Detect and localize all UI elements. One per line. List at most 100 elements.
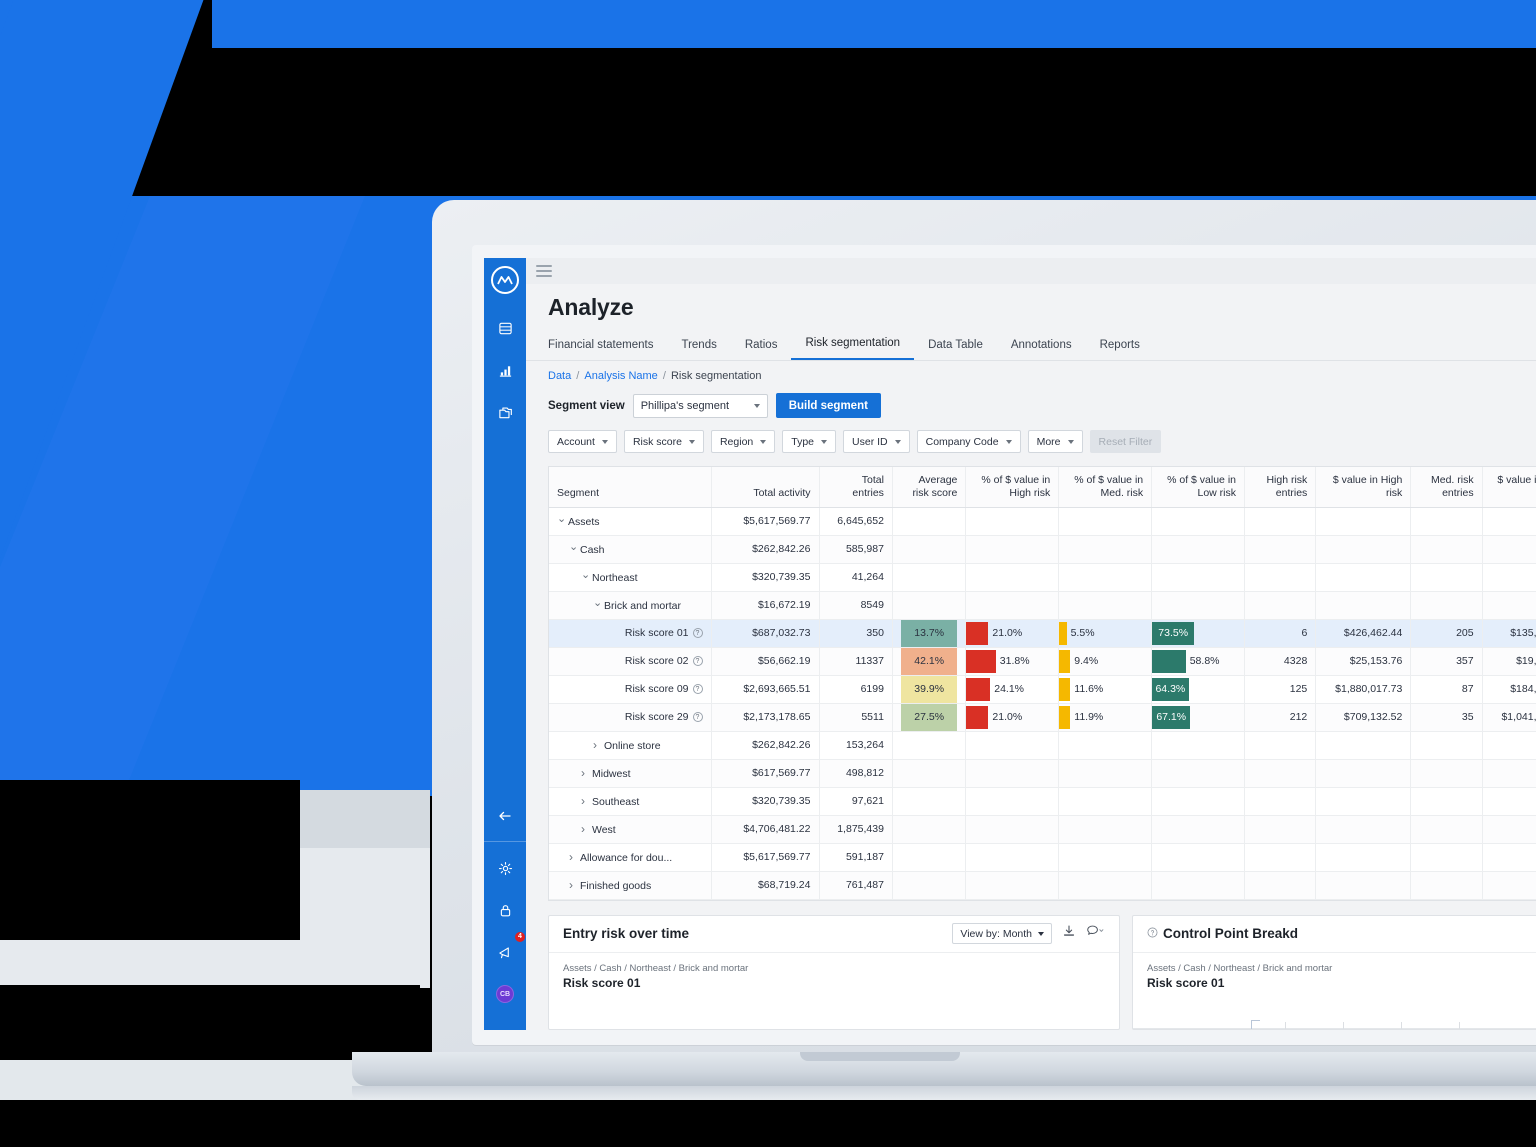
filter-chip-user-id[interactable]: User ID: [843, 430, 910, 453]
filter-chip-account[interactable]: Account: [548, 430, 617, 453]
cell-segment[interactable]: › Midwest: [549, 759, 712, 788]
bg-black-block-1: [0, 780, 300, 940]
cell-segment[interactable]: Risk score 29?: [549, 703, 712, 732]
column-header-9[interactable]: Med. risk entries: [1410, 467, 1483, 508]
cell-med-risk-entries: [1410, 759, 1483, 788]
table-row[interactable]: Risk score 09? $2,693,665.51 6199 39.9% 24.1…: [549, 675, 1536, 704]
build-segment-button[interactable]: Build segment: [775, 393, 881, 418]
breadcrumb-item-0[interactable]: Data: [548, 370, 571, 382]
table-row[interactable]: Risk score 02? $56,662.19 11337 42.1% 31.8% 9…: [549, 647, 1536, 676]
chevron-down-icon[interactable]: ⌄: [569, 540, 580, 553]
cell-segment[interactable]: ⌄ Brick and mortar: [549, 591, 712, 620]
tab-trends[interactable]: Trends: [667, 339, 730, 360]
filter-chip-company-code[interactable]: Company Code: [916, 430, 1021, 453]
help-circle-icon[interactable]: [1147, 926, 1158, 941]
segment-view-select[interactable]: Phillipa's segment: [632, 393, 768, 418]
avatar[interactable]: CB: [490, 978, 520, 1010]
arrow-left-icon[interactable]: [490, 799, 520, 833]
table-row[interactable]: › Southeast $320,739.35 97,621: [549, 787, 1536, 816]
help-circle-icon[interactable]: ?: [692, 656, 703, 667]
cell-segment[interactable]: Risk score 09?: [549, 675, 712, 704]
table-row[interactable]: › Online store $262,842.26 153,264: [549, 731, 1536, 760]
help-circle-icon[interactable]: ?: [692, 628, 703, 639]
filter-chip-region[interactable]: Region: [710, 430, 776, 453]
column-header-6[interactable]: % of $ value in Low risk: [1151, 467, 1245, 508]
chevron-down-icon[interactable]: ⌄: [581, 568, 592, 581]
column-header-0[interactable]: Segment: [549, 467, 712, 508]
cell-segment[interactable]: › Allowance for dou...: [549, 843, 712, 872]
comment-bubble-icon[interactable]: [1086, 924, 1105, 943]
chevron-right-icon[interactable]: ›: [581, 766, 592, 780]
table-row[interactable]: › Allowance for dou... $5,617,569.77 591,18…: [549, 843, 1536, 872]
cell-segment[interactable]: ⌄ Assets: [549, 507, 712, 536]
cell-segment[interactable]: › Southeast: [549, 787, 712, 816]
gear-icon[interactable]: [490, 852, 520, 884]
table-row[interactable]: Risk score 29? $2,173,178.65 5511 27.5% 21.0…: [549, 703, 1536, 732]
lock-icon[interactable]: [490, 894, 520, 926]
cell-segment[interactable]: Risk score 02?: [549, 647, 712, 676]
column-header-10[interactable]: $ value in Med. risk: [1482, 467, 1536, 508]
risk-segmentation-table-container[interactable]: Segment Total activity Total entries Averag…: [548, 466, 1536, 901]
column-header-5[interactable]: % of $ value in Med. risk: [1058, 467, 1153, 508]
chevron-right-icon[interactable]: ›: [569, 850, 580, 864]
bar-chart-icon[interactable]: [490, 354, 520, 386]
cell-segment[interactable]: › Finished goods: [549, 871, 712, 900]
download-icon[interactable]: [1062, 924, 1076, 943]
table-row[interactable]: ⌄ Assets $5,617,569.77 6,645,652: [549, 507, 1536, 536]
hamburger-menu-icon[interactable]: [536, 265, 552, 277]
tab-risk-segmentation[interactable]: Risk segmentation: [791, 337, 915, 360]
column-header-2[interactable]: Total entries: [819, 467, 893, 508]
cell-average-risk-score: [892, 731, 967, 760]
table-row[interactable]: ⌄ Cash $262,842.26 585,987: [549, 535, 1536, 564]
cell-segment[interactable]: › West: [549, 815, 712, 844]
chevron-down-icon[interactable]: ⌄: [593, 596, 604, 609]
breadcrumb-item-1[interactable]: Analysis Name: [584, 370, 657, 382]
filter-chip-risk-score[interactable]: Risk score: [623, 430, 704, 453]
cell-pct-high-risk: 21.0%: [965, 619, 1060, 648]
help-circle-icon[interactable]: ?: [692, 712, 703, 723]
chevron-down-icon[interactable]: ⌄: [557, 512, 568, 525]
column-header-7[interactable]: High risk entries: [1244, 467, 1317, 508]
chevron-right-icon[interactable]: ›: [581, 794, 592, 808]
cell-segment[interactable]: Risk score 01?: [549, 619, 712, 648]
cell-pct-high-risk: 24.1%: [965, 675, 1060, 704]
cell-value-med-risk: [1482, 815, 1536, 844]
table-row[interactable]: › West $4,706,481.22 1,875,439: [549, 815, 1536, 844]
cell-pct-low-risk: [1151, 843, 1245, 872]
tab-reports[interactable]: Reports: [1086, 339, 1154, 360]
table-row[interactable]: ⌄ Brick and mortar $16,672.19 8549: [549, 591, 1536, 620]
cell-pct-med-risk: [1058, 815, 1153, 844]
tab-data-table[interactable]: Data Table: [914, 339, 997, 360]
layers-copy-icon[interactable]: [490, 396, 520, 428]
table-row[interactable]: › Finished goods $68,719.24 761,487: [549, 871, 1536, 900]
reset-filter-button: Reset Filter: [1089, 430, 1162, 453]
tab-annotations[interactable]: Annotations: [997, 339, 1086, 360]
tab-ratios[interactable]: Ratios: [731, 339, 792, 360]
filter-chip-more[interactable]: More: [1027, 430, 1083, 453]
filter-chip-type[interactable]: Type: [782, 430, 837, 453]
card-header: Control Point Breakd: [1133, 916, 1536, 953]
table-row[interactable]: ⌄ Northeast $320,739.35 41,264: [549, 563, 1536, 592]
database-table-icon[interactable]: [490, 312, 520, 344]
table-row[interactable]: › Midwest $617,569.77 498,812: [549, 759, 1536, 788]
cell-segment[interactable]: ⌄ Cash: [549, 535, 712, 564]
cell-average-risk-score: [892, 535, 967, 564]
chevron-right-icon[interactable]: ›: [569, 878, 580, 892]
column-header-3[interactable]: Average risk score: [892, 467, 967, 508]
cell-segment[interactable]: › Online store: [549, 731, 712, 760]
column-header-4[interactable]: % of $ value in High risk: [965, 467, 1060, 508]
column-header-1[interactable]: Total activity: [711, 467, 820, 508]
chevron-right-icon[interactable]: ›: [593, 738, 604, 752]
view-by-select[interactable]: View by: Month: [952, 923, 1052, 945]
cell-segment[interactable]: ⌄ Northeast: [549, 563, 712, 592]
cell-high-risk-entries: [1244, 563, 1317, 592]
column-header-8[interactable]: $ value in High risk: [1315, 467, 1412, 508]
table-row[interactable]: Risk score 01? $687,032.73 350 13.7% 21.0% 5.…: [549, 619, 1536, 648]
megaphone-icon[interactable]: 4: [490, 932, 525, 968]
mountain-logo-icon[interactable]: [491, 266, 519, 294]
tab-financial-statements[interactable]: Financial statements: [548, 339, 667, 360]
chevron-right-icon[interactable]: ›: [581, 822, 592, 836]
help-circle-icon[interactable]: ?: [692, 684, 703, 695]
cell-high-risk-entries: [1244, 759, 1317, 788]
cell-pct-low-risk: [1151, 591, 1245, 620]
